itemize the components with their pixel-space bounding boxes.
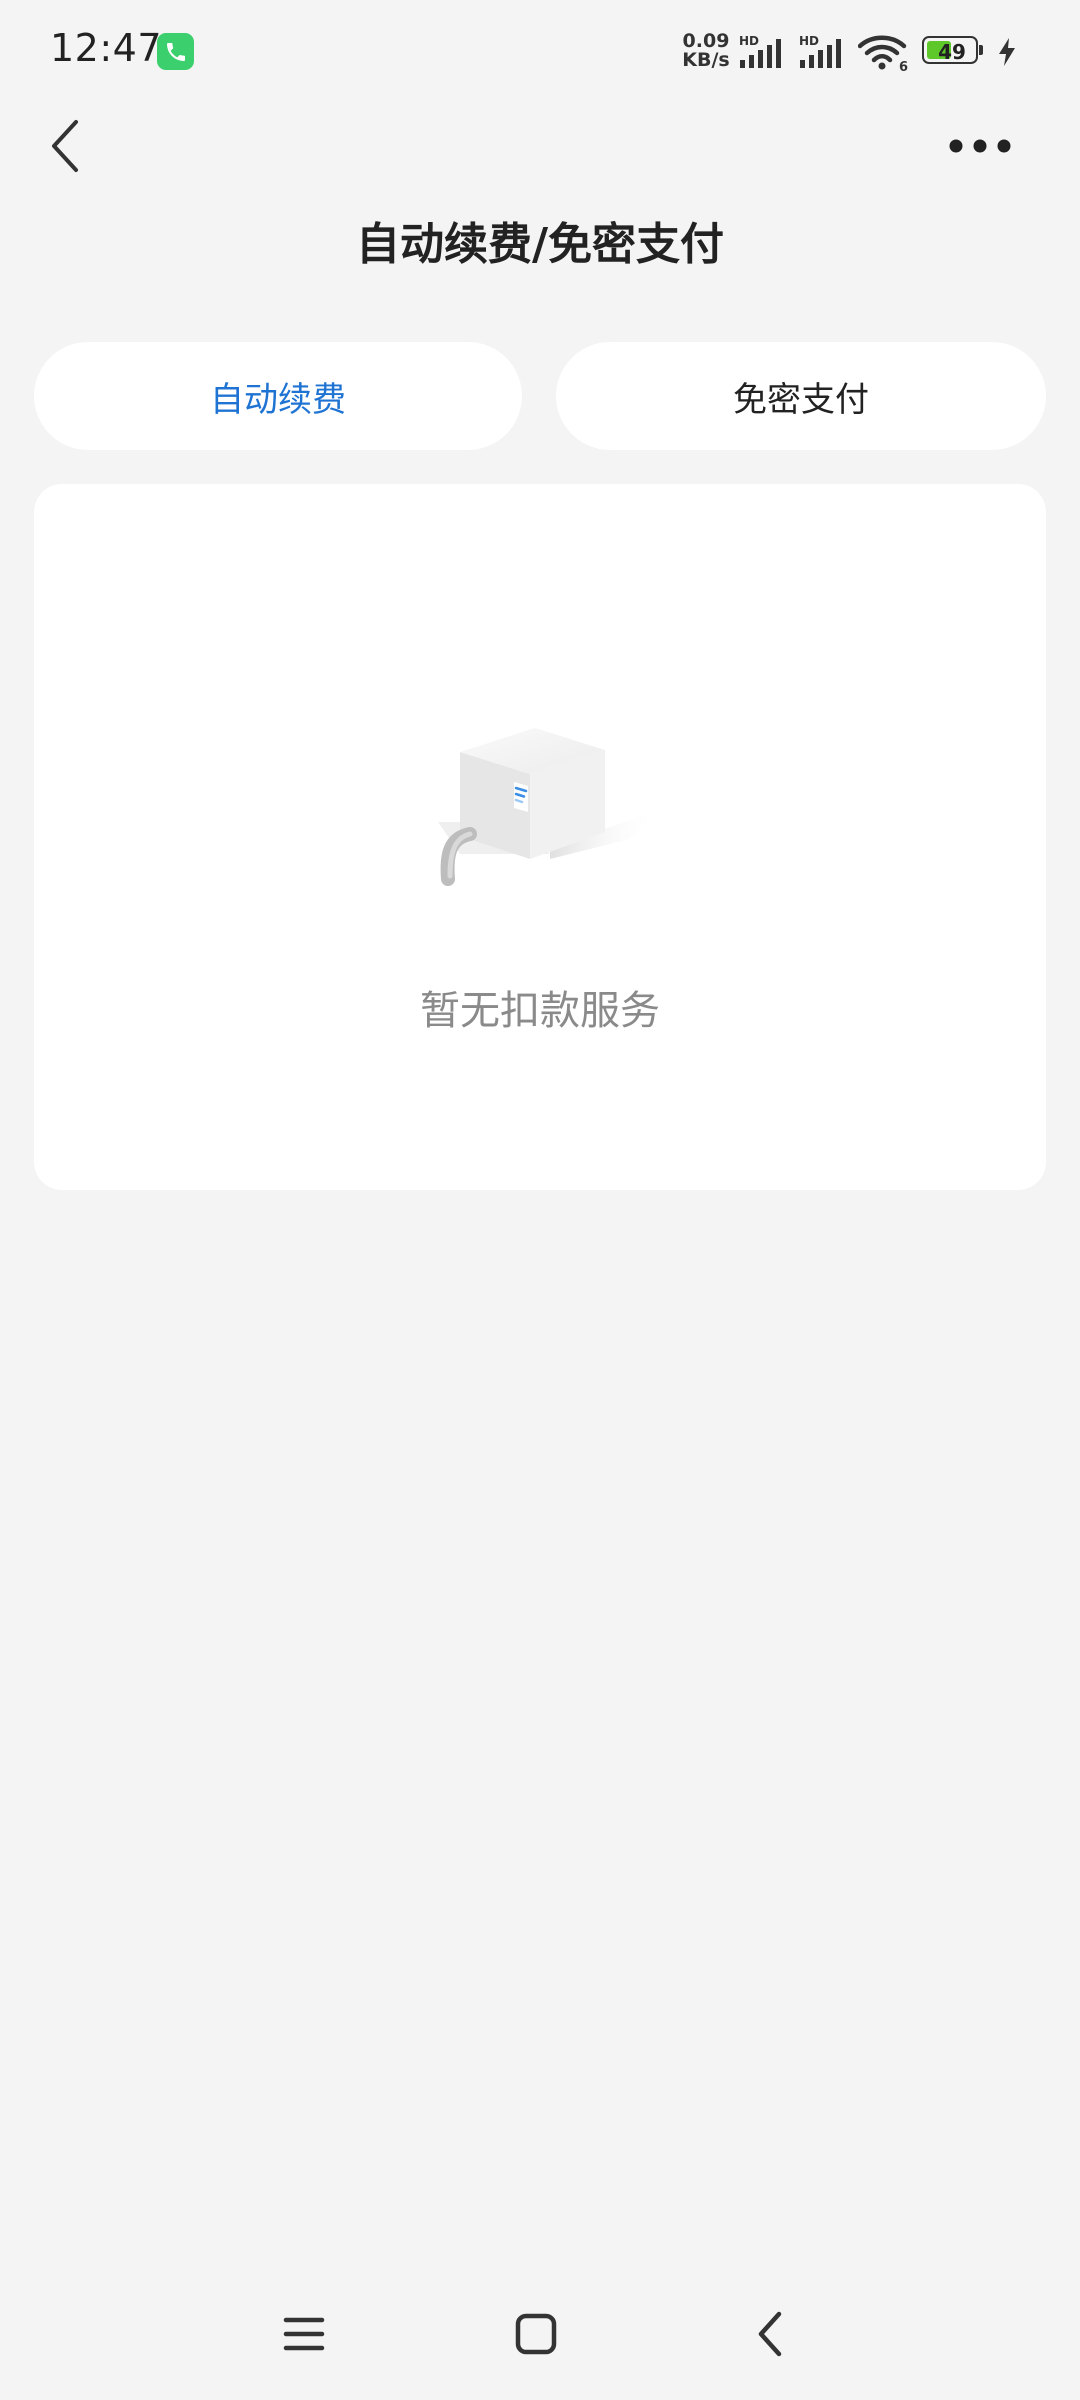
back-button[interactable] (36, 108, 96, 184)
signal2-label: HD (799, 34, 819, 48)
signal-hd-2-icon: HD (799, 34, 841, 68)
net-speed: 0.09 KB/s (680, 32, 732, 70)
home-square-icon (515, 2313, 557, 2355)
wifi-icon: 6 (858, 35, 908, 72)
system-menu-button[interactable] (264, 2296, 344, 2372)
tab-auto-renewal-label: 自动续费 (210, 379, 346, 420)
charging-icon (999, 38, 1015, 66)
tab-password-free-payment[interactable]: 免密支付 (556, 342, 1046, 450)
tab-auto-renewal[interactable]: 自动续费 (34, 342, 522, 450)
page-title: 自动续费/免密支付 (355, 219, 725, 270)
net-speed-unit: KB/s (682, 49, 730, 71)
status-time: 12:47 (50, 26, 163, 70)
chevron-left-icon (52, 120, 78, 172)
empty-state-message: 暂无扣款服务 (420, 988, 660, 1034)
tab-password-free-payment-label: 免密支付 (733, 379, 869, 420)
content-card: 暂无扣款服务 (34, 484, 1046, 1190)
phone-icon (157, 33, 194, 70)
wifi-badge: 6 (899, 60, 908, 72)
menu-icon (283, 2317, 325, 2351)
battery-level: 49 (938, 40, 966, 64)
signal1-label: HD (739, 34, 759, 48)
status-bar: 12:47 0.09 KB/s HD HD 6 49 (0, 0, 1080, 100)
empty-box-illustration (438, 728, 660, 886)
battery-indicator: 49 (922, 36, 984, 66)
more-horizontal-icon (949, 139, 1011, 153)
system-home-button[interactable] (496, 2296, 576, 2372)
system-back-button[interactable] (730, 2296, 810, 2372)
page: 12:47 0.09 KB/s HD HD 6 49 自动续费/免密支付 自动续… (0, 0, 1080, 2400)
signal-hd-icon: HD (739, 34, 781, 68)
back-chevron-icon (758, 2311, 782, 2357)
more-button[interactable] (940, 118, 1020, 174)
